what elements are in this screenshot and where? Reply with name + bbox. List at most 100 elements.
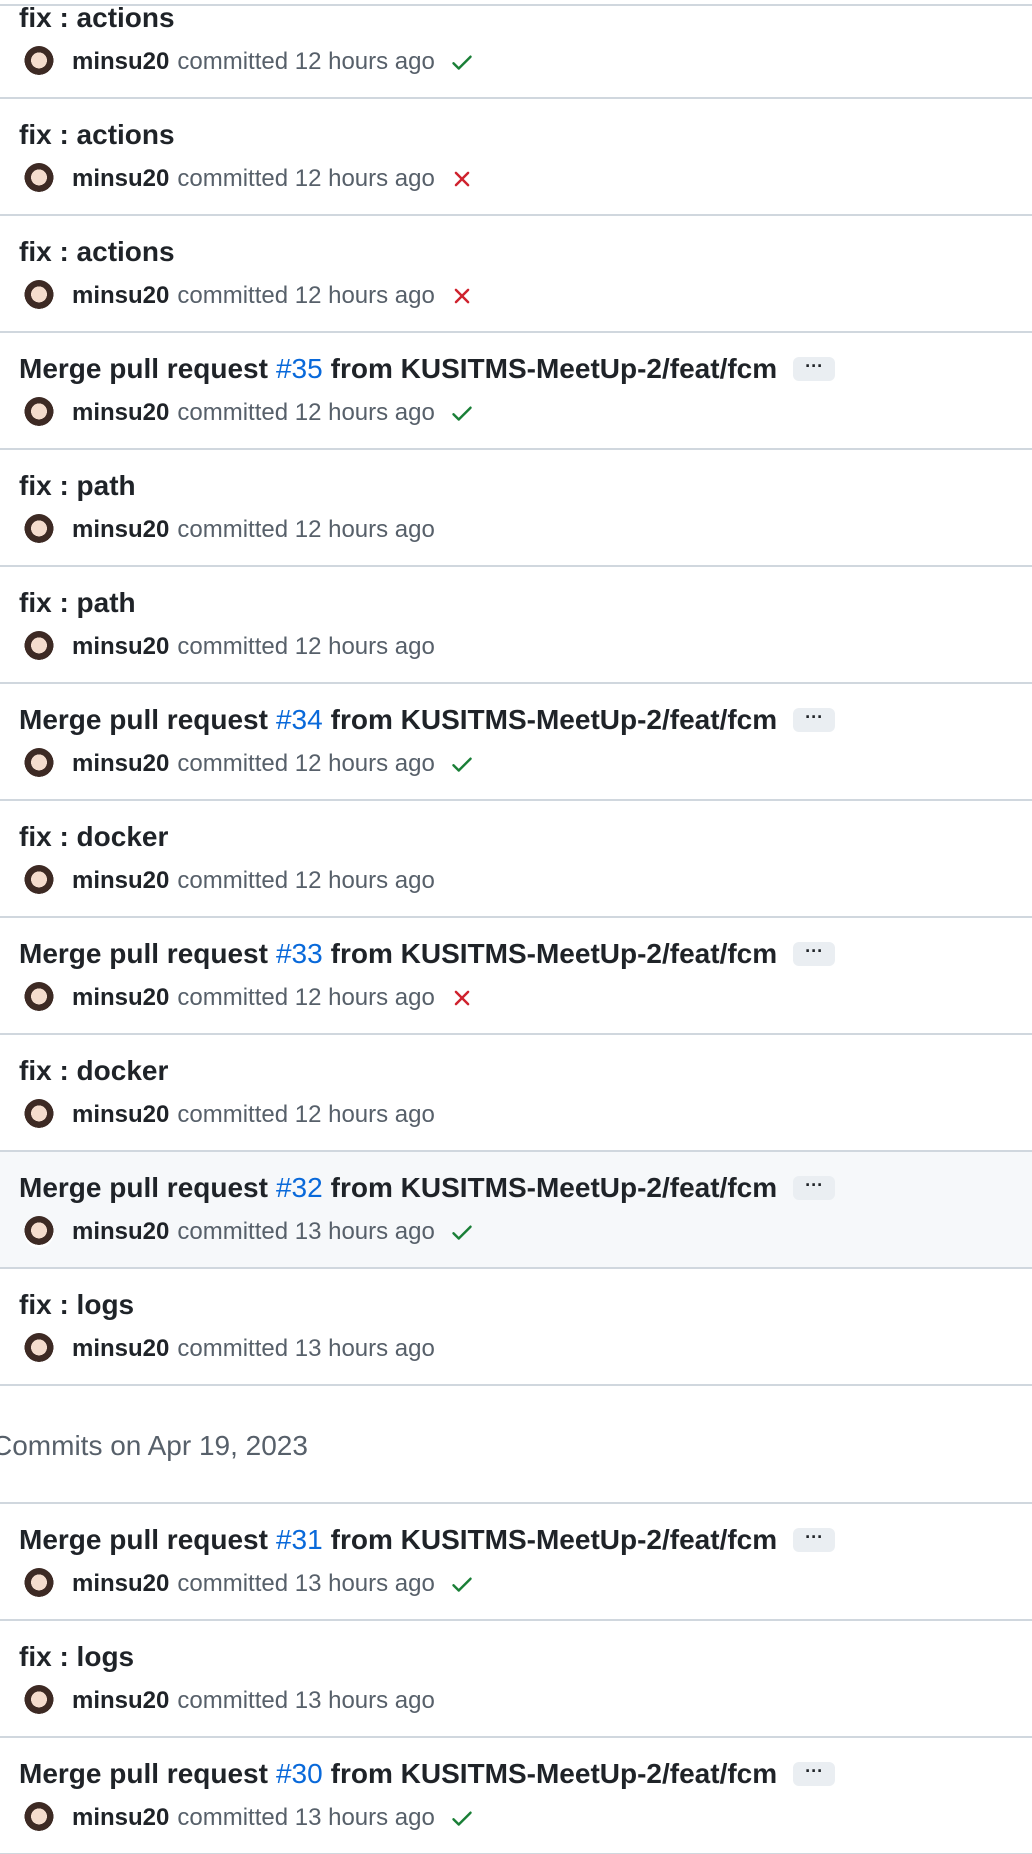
commit-title[interactable]: fix : actions bbox=[19, 0, 175, 36]
commit-title-suffix[interactable]: from KUSITMS-MeetUp-2/feat/fcm bbox=[331, 702, 777, 738]
expand-message-button[interactable]: ··· bbox=[793, 942, 836, 966]
author-link[interactable]: minsu20 bbox=[72, 516, 169, 544]
commit-title[interactable]: fix : logs bbox=[19, 1287, 134, 1323]
commit-title-prefix[interactable]: Merge pull request bbox=[19, 351, 268, 387]
author-link[interactable]: minsu20 bbox=[72, 1687, 169, 1715]
commit-title-prefix[interactable]: Merge pull request bbox=[19, 1756, 268, 1792]
commit-title-text[interactable]: fix : logs bbox=[19, 1287, 134, 1323]
author-link[interactable]: minsu20 bbox=[72, 633, 169, 661]
commit-title-suffix[interactable]: from KUSITMS-MeetUp-2/feat/fcm bbox=[331, 1522, 777, 1558]
avatar[interactable] bbox=[24, 280, 54, 312]
author-link[interactable]: minsu20 bbox=[72, 399, 169, 427]
commit-title-text[interactable]: fix : docker bbox=[19, 1053, 168, 1089]
pull-request-link[interactable]: #35 bbox=[276, 351, 323, 387]
avatar[interactable] bbox=[24, 1333, 54, 1365]
avatar[interactable] bbox=[24, 865, 54, 897]
avatar[interactable] bbox=[24, 514, 54, 546]
commit-row[interactable]: fix : path minsu20 committed 12 hours ago bbox=[0, 567, 1032, 684]
commit-title-text[interactable]: fix : actions bbox=[19, 0, 175, 36]
expand-message-button[interactable]: ··· bbox=[793, 357, 836, 381]
author-link[interactable]: minsu20 bbox=[72, 1335, 169, 1363]
avatar[interactable] bbox=[24, 397, 54, 429]
author-link[interactable]: minsu20 bbox=[72, 165, 169, 193]
commit-row[interactable]: fix : docker minsu20 committed 12 hours ag… bbox=[0, 801, 1032, 918]
commit-row[interactable]: fix : actions minsu20 committed 12 hours a… bbox=[0, 216, 1032, 333]
commit-title[interactable]: Merge pull request #31 from KUSITMS-MeetUp… bbox=[19, 1522, 836, 1558]
commit-row[interactable]: Merge pull request #34 from KUSITMS-MeetUp… bbox=[0, 684, 1032, 801]
avatar[interactable] bbox=[24, 1568, 54, 1600]
commit-title[interactable]: Merge pull request #32 from KUSITMS-MeetUp… bbox=[19, 1170, 836, 1206]
commit-row[interactable]: Merge pull request #33 from KUSITMS-MeetUp… bbox=[0, 918, 1032, 1035]
pull-request-link[interactable]: #30 bbox=[276, 1756, 323, 1792]
commit-title[interactable]: Merge pull request #30 from KUSITMS-MeetUp… bbox=[19, 1756, 836, 1792]
commit-title[interactable]: Merge pull request #34 from KUSITMS-MeetUp… bbox=[19, 702, 836, 738]
x-icon[interactable] bbox=[449, 166, 475, 192]
author-link[interactable]: minsu20 bbox=[72, 984, 169, 1012]
commit-title[interactable]: fix : path bbox=[19, 468, 136, 504]
check-icon[interactable] bbox=[449, 1219, 475, 1245]
author-link[interactable]: minsu20 bbox=[72, 750, 169, 778]
commit-title[interactable]: fix : actions bbox=[19, 234, 175, 270]
author-link[interactable]: minsu20 bbox=[72, 1101, 169, 1129]
commit-title-prefix[interactable]: Merge pull request bbox=[19, 936, 268, 972]
avatar[interactable] bbox=[24, 748, 54, 780]
commit-row[interactable]: fix : docker minsu20 committed 12 hours ag… bbox=[0, 1035, 1032, 1152]
commit-row[interactable]: fix : actions minsu20 committed 12 hours a… bbox=[0, 99, 1032, 216]
avatar[interactable] bbox=[24, 982, 54, 1014]
commit-row[interactable]: Merge pull request #30 from KUSITMS-MeetUp… bbox=[0, 1738, 1032, 1854]
check-icon[interactable] bbox=[449, 400, 475, 426]
author-link[interactable]: minsu20 bbox=[72, 48, 169, 76]
commit-title-suffix[interactable]: from KUSITMS-MeetUp-2/feat/fcm bbox=[331, 1756, 777, 1792]
commit-title[interactable]: Merge pull request #35 from KUSITMS-MeetUp… bbox=[19, 351, 836, 387]
author-link[interactable]: minsu20 bbox=[72, 1804, 169, 1832]
avatar[interactable] bbox=[24, 1099, 54, 1131]
avatar[interactable] bbox=[24, 1802, 54, 1834]
check-icon[interactable] bbox=[449, 1571, 475, 1597]
author-link[interactable]: minsu20 bbox=[72, 282, 169, 310]
commit-title-suffix[interactable]: from KUSITMS-MeetUp-2/feat/fcm bbox=[331, 936, 777, 972]
commit-title-text[interactable]: fix : docker bbox=[19, 819, 168, 855]
commit-title[interactable]: fix : docker bbox=[19, 819, 168, 855]
expand-message-button[interactable]: ··· bbox=[793, 1528, 836, 1552]
author-link[interactable]: minsu20 bbox=[72, 1570, 169, 1598]
commit-title[interactable]: fix : docker bbox=[19, 1053, 168, 1089]
author-link[interactable]: minsu20 bbox=[72, 1218, 169, 1246]
commit-title-suffix[interactable]: from KUSITMS-MeetUp-2/feat/fcm bbox=[331, 1170, 777, 1206]
commit-title[interactable]: fix : logs bbox=[19, 1639, 134, 1675]
expand-message-button[interactable]: ··· bbox=[793, 1762, 836, 1786]
commit-title[interactable]: fix : path bbox=[19, 585, 136, 621]
expand-message-button[interactable]: ··· bbox=[793, 1176, 836, 1200]
commit-title-text[interactable]: fix : logs bbox=[19, 1639, 134, 1675]
pull-request-link[interactable]: #33 bbox=[276, 936, 323, 972]
commit-row[interactable]: fix : path minsu20 committed 12 hours ago bbox=[0, 450, 1032, 567]
commit-title-prefix[interactable]: Merge pull request bbox=[19, 1522, 268, 1558]
commit-row[interactable]: Merge pull request #31 from KUSITMS-MeetUp… bbox=[0, 1504, 1032, 1621]
avatar[interactable] bbox=[24, 631, 54, 663]
check-icon[interactable] bbox=[449, 751, 475, 777]
expand-message-button[interactable]: ··· bbox=[793, 708, 836, 732]
x-icon[interactable] bbox=[449, 283, 475, 309]
commit-title-text[interactable]: fix : actions bbox=[19, 117, 175, 153]
commit-title-text[interactable]: fix : path bbox=[19, 585, 136, 621]
commit-row[interactable]: fix : logs minsu20 committed 13 hours ago bbox=[0, 1269, 1032, 1386]
avatar[interactable] bbox=[24, 46, 54, 78]
commit-title-prefix[interactable]: Merge pull request bbox=[19, 702, 268, 738]
check-icon[interactable] bbox=[449, 49, 475, 75]
pull-request-link[interactable]: #34 bbox=[276, 702, 323, 738]
x-icon[interactable] bbox=[449, 985, 475, 1011]
commit-row[interactable]: Merge pull request #35 from KUSITMS-MeetUp… bbox=[0, 333, 1032, 450]
commit-title-prefix[interactable]: Merge pull request bbox=[19, 1170, 268, 1206]
avatar[interactable] bbox=[24, 1216, 54, 1248]
commit-title-text[interactable]: fix : path bbox=[19, 468, 136, 504]
commit-title-suffix[interactable]: from KUSITMS-MeetUp-2/feat/fcm bbox=[331, 351, 777, 387]
commit-title-text[interactable]: fix : actions bbox=[19, 234, 175, 270]
avatar[interactable] bbox=[24, 163, 54, 195]
commit-row[interactable]: fix : logs minsu20 committed 13 hours ago bbox=[0, 1621, 1032, 1738]
commit-row[interactable]: fix : actions minsu20 committed 12 hours a… bbox=[0, 0, 1032, 99]
pull-request-link[interactable]: #32 bbox=[276, 1170, 323, 1206]
commit-title[interactable]: fix : actions bbox=[19, 117, 175, 153]
pull-request-link[interactable]: #31 bbox=[276, 1522, 323, 1558]
commit-row[interactable]: Merge pull request #32 from KUSITMS-MeetUp… bbox=[0, 1152, 1032, 1269]
avatar[interactable] bbox=[24, 1685, 54, 1717]
author-link[interactable]: minsu20 bbox=[72, 867, 169, 895]
